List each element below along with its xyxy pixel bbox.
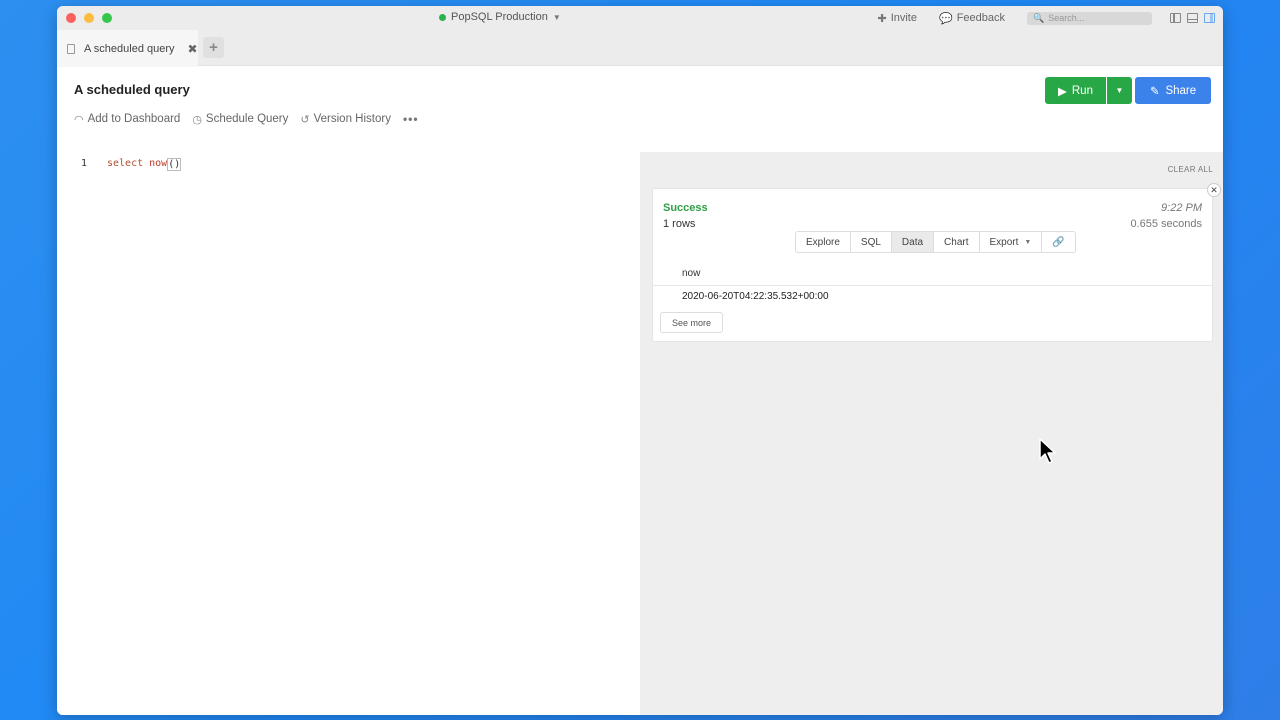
sql-function: now [149, 158, 168, 169]
history-icon: ↺ [300, 113, 310, 126]
run-time: 9:22 PM [1161, 202, 1202, 214]
see-more-button[interactable]: See more [660, 312, 723, 333]
sql-editor[interactable]: 1 select now () [57, 152, 640, 715]
tab-label: A scheduled query [84, 42, 175, 55]
invite-button[interactable]: ✚ Invite [877, 12, 917, 25]
run-button-group: ▶ Run ▼ [1045, 77, 1132, 104]
maximize-window-button[interactable] [102, 13, 112, 23]
window-controls [66, 13, 112, 23]
pencil-icon: ✎ [1149, 85, 1160, 98]
close-window-button[interactable] [66, 13, 76, 23]
table-cell[interactable]: 2020-06-20T04:22:35.532+00:00 [682, 291, 829, 302]
layout-toggles [1170, 13, 1215, 23]
close-result-icon[interactable]: ✕ [1207, 183, 1221, 197]
line-number: 1 [81, 158, 88, 169]
connection-name: PopSQL Production [451, 11, 548, 23]
close-tab-icon[interactable]: ✖ [188, 42, 198, 56]
bottom-panel-layout-icon[interactable] [1187, 13, 1198, 23]
link-button[interactable]: 🔗 [1042, 232, 1074, 252]
export-label: Export [989, 236, 1019, 248]
dashboard-icon: ◠ [74, 113, 84, 126]
row-count: 1 rows [663, 218, 696, 230]
tab-chart[interactable]: Chart [934, 232, 980, 252]
search-input[interactable]: 🔍 Search... [1027, 11, 1152, 25]
sidebar-layout-icon[interactable] [1170, 13, 1181, 23]
more-options-button[interactable]: ••• [403, 112, 419, 126]
feedback-label: Feedback [956, 12, 1005, 24]
add-to-dashboard-button[interactable]: ◠ Add to Dashboard [74, 112, 180, 126]
tab-sql[interactable]: SQL [851, 232, 892, 252]
tab-a-scheduled-query[interactable]: A scheduled query ✖ [57, 30, 198, 67]
minimize-window-button[interactable] [84, 13, 94, 23]
chevron-down-icon: ▼ [552, 12, 561, 22]
schedule-query-button[interactable]: ◷ Schedule Query [192, 112, 288, 126]
connection-selector[interactable]: PopSQL Production ▼ [439, 11, 561, 23]
result-card: ✕ Success 1 rows 9:22 PM 0.655 seconds E… [652, 183, 1221, 342]
row-divider [653, 285, 1212, 286]
add-to-dashboard-label: Add to Dashboard [87, 113, 181, 125]
chat-bubble-icon: 💬 [938, 12, 953, 25]
chevron-down-icon: ▼ [1115, 86, 1124, 95]
schedule-query-label: Schedule Query [205, 113, 289, 125]
clear-all-button[interactable]: CLEAR ALL [1168, 165, 1213, 174]
tab-data[interactable]: Data [891, 232, 935, 252]
sql-parens: () [167, 158, 182, 171]
mouse-cursor-icon [1038, 437, 1056, 470]
run-button[interactable]: ▶ Run [1045, 77, 1106, 104]
tab-bar: A scheduled query ✖ + [57, 30, 1223, 67]
app-window: PopSQL Production ▼ ✚ Invite 💬 Feedback … [57, 6, 1223, 715]
play-icon: ▶ [1058, 85, 1067, 98]
result-view-tabs: Explore SQL Data Chart Export ▼ 🔗 [795, 231, 1076, 253]
connection-status-icon [439, 13, 446, 21]
query-actions: ◠ Add to Dashboard ◷ Schedule Query ↺ Ve… [74, 112, 419, 126]
results-panel: CLEAR ALL ✕ Success 1 rows 9:22 PM 0.655… [640, 152, 1223, 715]
title-bar-right: ✚ Invite 💬 Feedback 🔍 Search... [877, 10, 1223, 26]
run-options-dropdown[interactable]: ▼ [1107, 77, 1132, 104]
plus-icon: ✚ [877, 12, 887, 25]
run-duration: 0.655 seconds [1130, 218, 1202, 230]
clock-icon: ◷ [192, 113, 202, 126]
column-header[interactable]: now [682, 268, 700, 279]
version-history-label: Version History [313, 113, 391, 125]
version-history-button[interactable]: ↺ Version History [300, 112, 391, 126]
tab-export[interactable]: Export ▼ [980, 232, 1043, 252]
search-icon: 🔍 [1033, 12, 1045, 23]
page-title[interactable]: A scheduled query [74, 82, 190, 97]
run-label: Run [1071, 84, 1093, 97]
chevron-down-icon: ▼ [1024, 238, 1032, 246]
tab-explore[interactable]: Explore [796, 232, 851, 252]
document-icon [67, 43, 75, 54]
editor-line: 1 select now () [81, 158, 182, 171]
sql-keyword: select [107, 158, 144, 169]
new-tab-button[interactable]: + [203, 37, 224, 58]
search-placeholder: Search... [1048, 13, 1085, 23]
share-label: Share [1165, 84, 1197, 97]
right-panel-layout-icon[interactable] [1204, 13, 1215, 23]
feedback-button[interactable]: 💬 Feedback [939, 12, 1005, 25]
share-button[interactable]: ✎ Share [1135, 77, 1211, 104]
title-bar: PopSQL Production ▼ ✚ Invite 💬 Feedback … [57, 6, 1223, 30]
link-icon: 🔗 [1052, 236, 1065, 248]
status-text: Success [663, 202, 708, 214]
invite-label: Invite [890, 12, 917, 24]
